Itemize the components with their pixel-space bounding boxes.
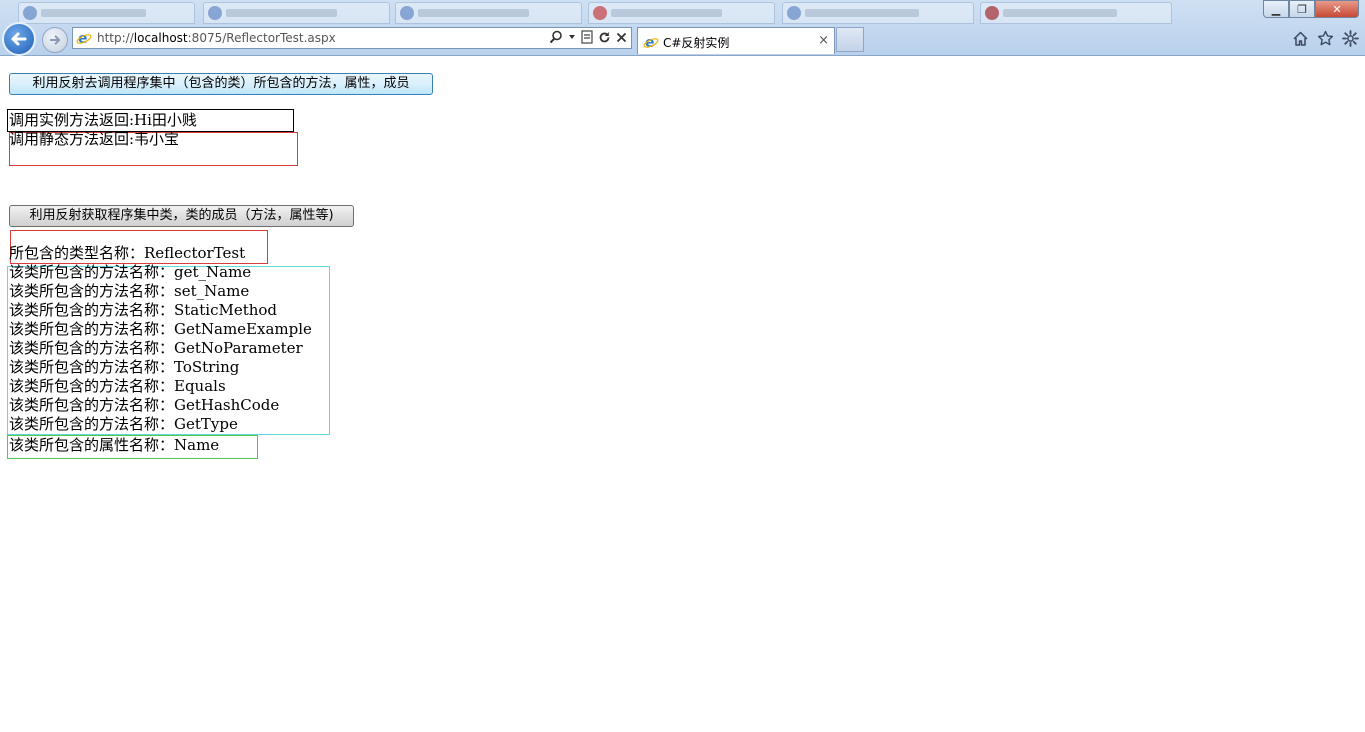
method-item: 该类所包含的方法名称：StaticMethod (9, 301, 278, 319)
method-item: 该类所包含的方法名称：Equals (9, 377, 226, 395)
method-item: 该类所包含的方法名称：get_Name (9, 263, 252, 281)
refresh-icon[interactable] (598, 31, 611, 44)
static-result-text: 调用静态方法返回:韦小宝 (9, 130, 180, 148)
minimize-button[interactable]: ▁ (1263, 0, 1289, 18)
tab-title: C#反射实例 (663, 36, 730, 50)
search-dropdown-icon[interactable] (568, 33, 576, 41)
compat-view-icon[interactable] (581, 30, 593, 44)
tab-favicon-icon (787, 6, 801, 20)
method-item: 该类所包含的方法名称：GetHashCode (9, 396, 280, 414)
background-tab[interactable] (18, 2, 195, 24)
browser-chrome: ▁ ❐ ✕ e http://localhost:8075/ReflectorT… (0, 0, 1365, 56)
search-icon[interactable] (549, 30, 563, 44)
background-tab[interactable] (395, 2, 582, 24)
tab-favicon-icon (985, 6, 999, 20)
tab-favicon-icon (208, 6, 222, 20)
forward-button[interactable] (42, 27, 68, 53)
method-item: 该类所包含的方法名称：GetNoParameter (9, 339, 303, 357)
type-name-text: 所包含的类型名称：ReflectorTest (9, 244, 246, 262)
method-item: 该类所包含的方法名称：set_Name (9, 282, 250, 300)
ie-icon: e (76, 31, 92, 46)
tab-favicon-icon (400, 6, 414, 20)
back-arrow-icon (11, 32, 27, 46)
close-window-button[interactable]: ✕ (1315, 0, 1359, 18)
method-item: 该类所包含的方法名称：GetNameExample (9, 320, 312, 338)
get-members-button[interactable]: 利用反射获取程序集中类，类的成员（方法，属性等) (9, 205, 354, 227)
method-item: 该类所包含的方法名称：GetType (9, 415, 238, 433)
address-url[interactable]: http://localhost:8075/ReflectorTest.aspx (97, 31, 336, 45)
new-tab-button[interactable] (836, 27, 864, 52)
method-item: 该类所包含的方法名称：ToString (9, 358, 240, 376)
background-tab[interactable] (782, 2, 974, 24)
background-tab[interactable] (588, 2, 775, 24)
background-tab[interactable] (203, 2, 390, 24)
window-controls: ▁ ❐ ✕ (1263, 0, 1359, 18)
favorites-star-icon[interactable] (1317, 30, 1334, 47)
back-button[interactable] (2, 22, 36, 56)
background-tabs-strip (0, 0, 1250, 24)
property-item: 该类所包含的属性名称：Name (9, 436, 220, 454)
forward-arrow-icon (49, 35, 61, 45)
active-tab[interactable]: e C#反射实例 × (637, 27, 835, 54)
ie-icon: e (643, 35, 659, 50)
address-bar[interactable]: e http://localhost:8075/ReflectorTest.as… (72, 27, 632, 49)
background-tab[interactable] (980, 2, 1172, 24)
restore-button[interactable]: ❐ (1289, 0, 1315, 18)
tab-favicon-icon (23, 6, 37, 20)
home-icon[interactable] (1292, 30, 1309, 47)
tab-favicon-icon (593, 6, 607, 20)
invoke-reflection-button[interactable]: 利用反射去调用程序集中（包含的类）所包含的方法，属性，成员 (9, 73, 433, 95)
stop-icon[interactable] (616, 32, 627, 43)
instance-result-text: 调用实例方法返回:Hi田小贱 (9, 111, 197, 129)
tab-close-icon[interactable]: × (818, 33, 829, 48)
settings-gear-icon[interactable] (1342, 30, 1359, 47)
